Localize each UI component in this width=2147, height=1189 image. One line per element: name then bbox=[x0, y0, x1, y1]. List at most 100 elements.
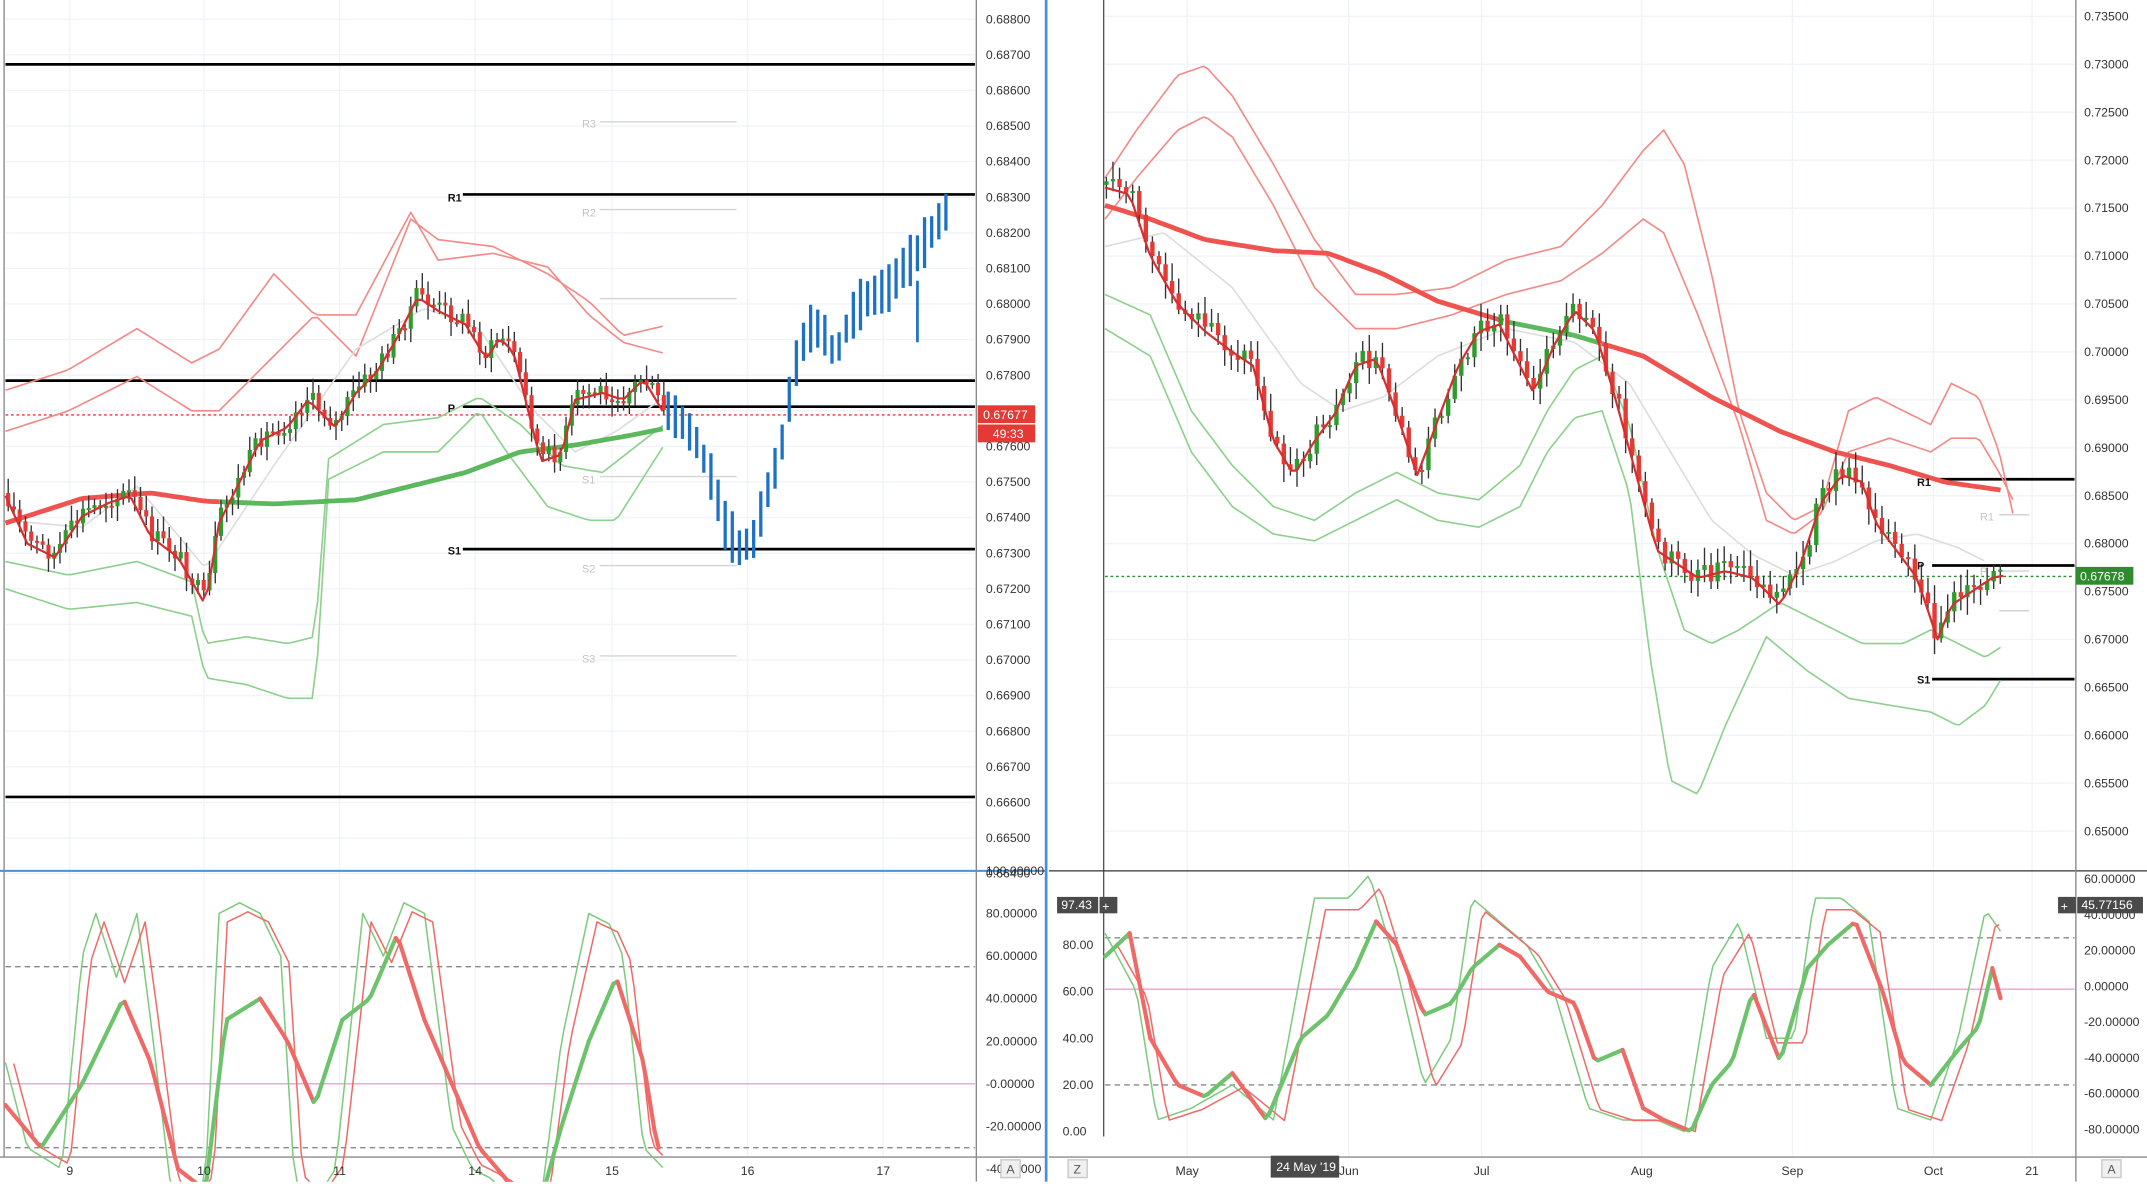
left-candle bbox=[138, 496, 143, 511]
left-osc-tick: 60.00000 bbox=[986, 949, 1038, 963]
left-price-tick: 0.67200 bbox=[986, 582, 1031, 596]
left-candle bbox=[437, 302, 442, 305]
left-candle bbox=[17, 509, 22, 522]
right-price-tick: 0.69000 bbox=[2084, 441, 2129, 455]
right-candle bbox=[1196, 313, 1201, 320]
right-pivot-label-p: P bbox=[1917, 561, 1924, 573]
right-price-tick: 0.65500 bbox=[2084, 776, 2129, 790]
pivot-label-s3: S3 bbox=[582, 654, 595, 666]
osc-plus-right-button[interactable]: + bbox=[2058, 896, 2076, 914]
right-pivot-label-r1: R1 bbox=[1917, 477, 1931, 489]
left-price-tick: 0.67100 bbox=[986, 618, 1031, 632]
right-candle bbox=[1518, 351, 1523, 362]
right-candle bbox=[1616, 394, 1622, 399]
right-time-tick: Aug bbox=[1631, 1164, 1653, 1178]
right-osc-left-tick: 0.00 bbox=[1063, 1125, 1087, 1139]
left-price-tick: 0.68000 bbox=[986, 297, 1031, 311]
left-candle bbox=[144, 510, 149, 517]
right-candle bbox=[1722, 561, 1727, 564]
right-candle bbox=[1215, 322, 1221, 336]
right-price-tick: 0.66500 bbox=[2084, 680, 2129, 694]
left-price-tick: 0.67400 bbox=[986, 511, 1031, 525]
left-candle bbox=[92, 505, 97, 509]
pivot-label-r2: R2 bbox=[582, 207, 596, 219]
left-price-tick: 0.68600 bbox=[986, 83, 1031, 97]
right-price-tick: 0.73000 bbox=[2084, 57, 2129, 71]
right-candle bbox=[1906, 557, 1911, 560]
left-time-tick: 9 bbox=[66, 1164, 73, 1178]
right-candle bbox=[1656, 528, 1661, 542]
right-candle bbox=[1662, 541, 1668, 564]
svg-text:0.67677: 0.67677 bbox=[983, 408, 1028, 422]
left-candle bbox=[132, 490, 137, 497]
left-candle bbox=[541, 442, 546, 455]
right-auto-scale-button[interactable]: A bbox=[2101, 1159, 2122, 1179]
right-candle bbox=[1807, 545, 1812, 557]
left-candle bbox=[161, 531, 166, 539]
left-candle bbox=[40, 541, 45, 545]
right-candle bbox=[1590, 317, 1595, 327]
left-candle bbox=[656, 382, 661, 396]
right-price-tick: 0.67500 bbox=[2084, 585, 2129, 599]
svg-text:49:33: 49:33 bbox=[993, 427, 1024, 441]
pivot-label-s1: S1 bbox=[448, 546, 461, 558]
right-candle bbox=[1137, 190, 1142, 215]
pivot-label-s1-faint: S1 bbox=[582, 474, 595, 486]
chart-canvas[interactable]: R1 P S1 R3 R2 S1 S2 S3 R1 P S1 R1 P 0.68… bbox=[0, 0, 2147, 1189]
left-candle bbox=[195, 580, 201, 586]
right-time-tick: Oct bbox=[1924, 1164, 1944, 1178]
left-price-tick: 0.68800 bbox=[986, 12, 1031, 26]
left-price-tick: 0.68300 bbox=[986, 190, 1031, 204]
chart-workspace: R1 P S1 R3 R2 S1 S2 S3 R1 P S1 R1 P 0.68… bbox=[0, 0, 2147, 1189]
pivot-label-r3: R3 bbox=[582, 118, 596, 130]
left-candle bbox=[448, 305, 454, 323]
left-candle bbox=[316, 392, 321, 410]
right-candle bbox=[1156, 256, 1162, 265]
left-candle bbox=[299, 412, 304, 415]
right-candle bbox=[1123, 187, 1129, 193]
osc-plus-left-button[interactable]: + bbox=[1099, 896, 1118, 914]
right-candle bbox=[1748, 565, 1753, 577]
right-candle bbox=[1117, 179, 1122, 188]
left-candle bbox=[575, 390, 580, 405]
right-candle bbox=[1419, 469, 1425, 472]
left-time-tick: 15 bbox=[605, 1164, 619, 1178]
left-osc-tick: 20.00000 bbox=[986, 1034, 1038, 1048]
left-candle bbox=[29, 531, 34, 541]
right-price-tick: 0.71000 bbox=[2084, 249, 2129, 263]
left-price-tick: 0.68200 bbox=[986, 226, 1031, 240]
left-candle bbox=[650, 382, 655, 386]
left-time-tick: 17 bbox=[876, 1164, 890, 1178]
left-price-tick: 0.66800 bbox=[986, 724, 1031, 738]
left-price-tick: 0.68700 bbox=[986, 48, 1031, 62]
left-candle bbox=[621, 401, 626, 404]
svg-text:97.43: 97.43 bbox=[1061, 898, 1092, 912]
right-price-tick: 0.72500 bbox=[2084, 105, 2129, 119]
right-pivot-label-r1-faint: R1 bbox=[1980, 511, 1994, 523]
left-osc-tick: 40.00000 bbox=[986, 992, 1038, 1006]
left-price-tick: 0.67300 bbox=[986, 546, 1031, 560]
zoom-button[interactable]: Z bbox=[1067, 1159, 1088, 1179]
left-candle bbox=[109, 505, 114, 508]
left-auto-scale-button[interactable]: A bbox=[1000, 1159, 1021, 1179]
right-candle bbox=[1445, 398, 1451, 416]
svg-text:45.77156: 45.77156 bbox=[2081, 898, 2133, 912]
right-candle bbox=[1380, 357, 1385, 369]
left-price-tick: 0.66500 bbox=[986, 831, 1031, 845]
left-price-tick: 0.67500 bbox=[986, 475, 1031, 489]
left-osc-tick: 100.00000 bbox=[986, 864, 1044, 878]
right-price-tick: 0.65000 bbox=[2084, 824, 2129, 838]
left-candle bbox=[615, 401, 620, 404]
left-candle bbox=[460, 313, 465, 323]
right-last-price-tag: 0.67678 bbox=[2075, 566, 2134, 585]
left-candle bbox=[402, 328, 408, 331]
right-osc-left-tick: 60.00 bbox=[1063, 985, 1094, 999]
right-candle bbox=[1505, 314, 1510, 339]
left-price-tick: 0.68400 bbox=[986, 155, 1031, 169]
right-candle bbox=[1360, 350, 1365, 363]
right-osc-tick: 20.00000 bbox=[2084, 944, 2136, 958]
left-price-tick: 0.66700 bbox=[986, 760, 1031, 774]
left-candle bbox=[506, 338, 511, 342]
right-price-tick: 0.73500 bbox=[2084, 10, 2129, 24]
left-price-tick: 0.67800 bbox=[986, 368, 1031, 382]
